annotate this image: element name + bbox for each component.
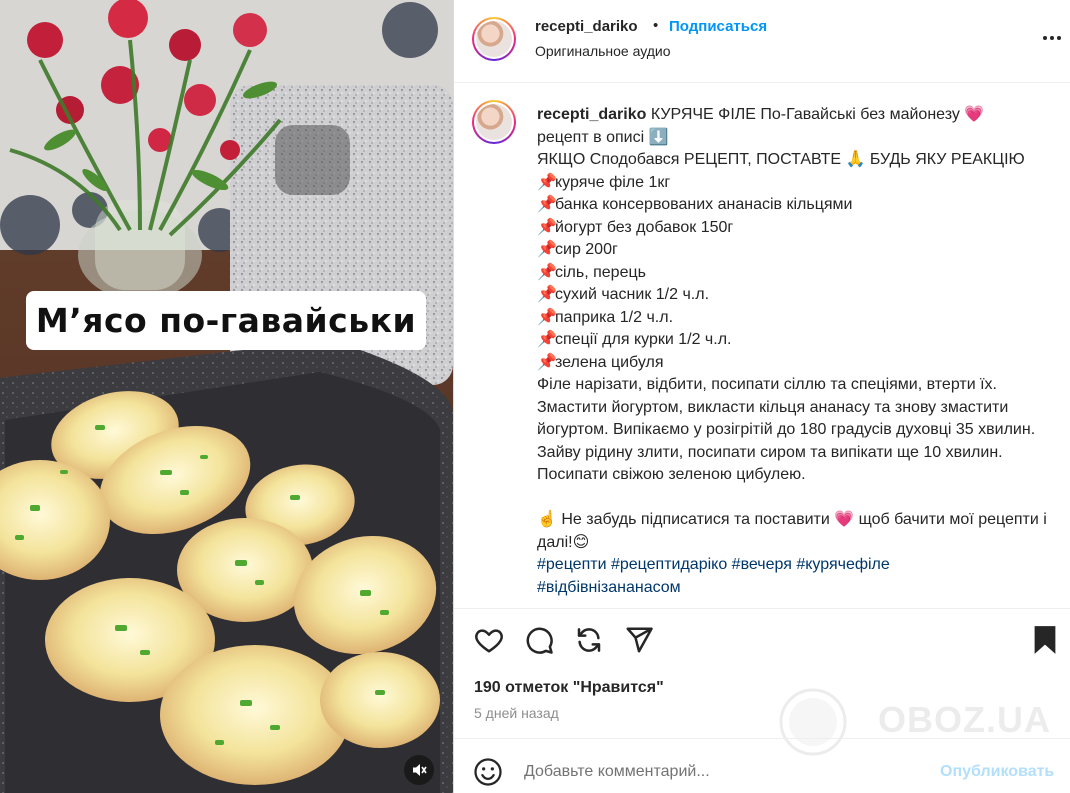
pin-icon: 📌 (537, 263, 557, 281)
pin-icon: 📌 (537, 286, 557, 303)
caption-username[interactable]: recepti_dariko (537, 106, 646, 123)
list-item: 📌йогурт без добавок 150г (537, 217, 1062, 240)
caption-line-3: ЯКЩО Сподобався РЕЦЕПТ, ПОСТАВТЕ 🙏 БУДЬ … (537, 151, 1025, 168)
pin-icon: 📌 (537, 331, 557, 348)
caption-outro: ☝️ Не забудь підписатися та поставити 💗 … (537, 511, 1047, 551)
instructions: Філе нарізати, відбити, посипати сіллю т… (537, 376, 1036, 483)
food-photo (0, 0, 453, 793)
list-item: 📌куряче філе 1кг (537, 172, 1062, 195)
overlay-title: М’ясо по-гавайськи (26, 291, 426, 350)
send-icon[interactable] (624, 625, 654, 655)
post-media[interactable]: М’ясо по-гавайськи (0, 0, 453, 793)
comment-bar: Добавьте комментарий... Опубликовать (454, 738, 1070, 793)
pin-icon: 📌 (537, 241, 557, 258)
instagram-post: М’ясо по-гавайськи recepti_dariko • Подп… (0, 0, 1070, 793)
mute-button[interactable] (404, 755, 434, 785)
watermark-text: OBOZ.UA (878, 699, 1051, 740)
heart-icon[interactable] (474, 625, 504, 655)
caption-title: КУРЯЧЕ ФІЛЕ По-Гавайські без майонезу 💗 (650, 106, 985, 123)
comment-icon[interactable] (524, 625, 554, 655)
more-icon[interactable] (1043, 36, 1061, 40)
hashtags-line-1[interactable]: #рецепти #рецептидаріко #вечеря #курячеф… (537, 554, 1062, 577)
caption-line-2: рецепт в описі ⬇️ (537, 128, 669, 146)
post-caption: recepti_dariko КУРЯЧЕ ФІЛЕ По-Гавайські … (537, 104, 1062, 599)
pin-icon: 📌 (537, 218, 557, 236)
post-header: recepti_dariko • Подписаться Оригинально… (454, 0, 1070, 83)
avatar[interactable] (472, 17, 516, 61)
list-item: 📌сухий часник 1/2 ч.л. (537, 284, 1062, 307)
mute-icon (413, 764, 427, 776)
list-item: 📌спеції для курки 1/2 ч.л. (537, 329, 1062, 352)
follow-button[interactable]: Подписаться (669, 18, 767, 35)
pin-icon: 📌 (537, 196, 557, 213)
post-date[interactable]: 5 дней назад (474, 705, 559, 721)
header-username[interactable]: recepti_dariko (535, 18, 638, 35)
list-item: 📌банка консервованих ананасів кільцями (537, 194, 1062, 217)
actions-divider (454, 608, 1070, 609)
share-icon[interactable] (574, 625, 604, 655)
list-item: 📌сир 200г (537, 239, 1062, 262)
emoji-icon[interactable] (473, 757, 503, 787)
likes-count[interactable]: 190 отметок "Нравится" (474, 679, 664, 697)
caption-avatar[interactable] (472, 100, 516, 144)
list-item: 📌паприка 1/2 ч.л. (537, 307, 1062, 330)
pin-icon: 📌 (537, 353, 557, 371)
ingredient-list: 📌куряче філе 1кг 📌банка консервованих ан… (537, 172, 1062, 375)
header-separator: • (653, 17, 659, 34)
audio-label[interactable]: Оригинальное аудио (535, 43, 671, 59)
list-item: 📌сіль, перець (537, 262, 1062, 285)
comment-input[interactable]: Добавьте комментарий... (524, 763, 710, 781)
pin-icon: 📌 (537, 308, 557, 326)
pin-icon: 📌 (537, 173, 557, 191)
list-item: 📌зелена цибуля (537, 352, 1062, 375)
bookmark-icon[interactable] (1031, 625, 1059, 655)
hashtags-line-2[interactable]: #відбівнізананасом (537, 577, 1062, 600)
post-details-panel: recepti_dariko • Подписаться Оригинально… (453, 0, 1070, 793)
post-comment-button[interactable]: Опубликовать (940, 763, 1054, 781)
